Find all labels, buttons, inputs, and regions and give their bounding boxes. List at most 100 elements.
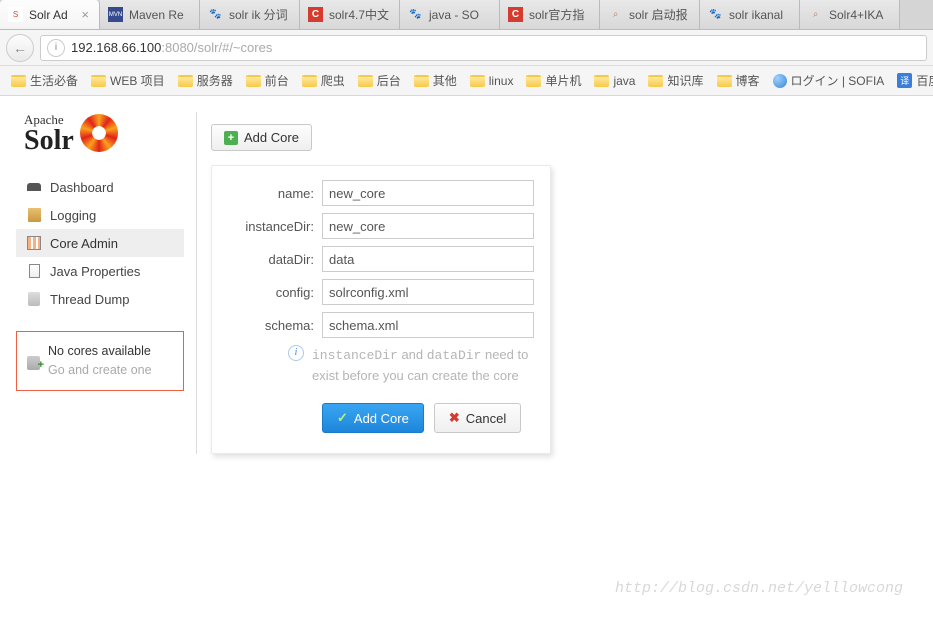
- label-instancedir: instanceDir:: [228, 219, 314, 234]
- favicon-csdn-icon: C: [308, 7, 323, 22]
- tab-label: solr ikanal: [729, 8, 783, 22]
- label-name: name:: [228, 186, 314, 201]
- add-core-toggle-button[interactable]: + Add Core: [211, 124, 312, 151]
- favicon-mvn-icon: MVN: [108, 7, 123, 22]
- browser-tab[interactable]: Csolr官方指: [500, 0, 600, 29]
- core-admin-icon: [26, 235, 42, 251]
- bookmark-folder[interactable]: linux: [465, 71, 519, 91]
- browser-tab[interactable]: 🐾 java - SO: [400, 0, 500, 29]
- folder-icon: [594, 75, 609, 87]
- bookmark-folder[interactable]: 服务器: [173, 69, 238, 92]
- logging-icon: [26, 207, 42, 223]
- plus-icon: +: [224, 131, 238, 145]
- browser-tab[interactable]: ⌕solr 启动报: [600, 0, 700, 29]
- sidebar-nav: Dashboard Logging Core Admin Java Proper…: [16, 173, 184, 313]
- favicon-baidu-icon: 🐾: [408, 7, 423, 22]
- app-wrapper: Apache Solr Dashboard Logging Core Admin…: [0, 96, 933, 470]
- browser-address-bar: ← i 192.168.66.100:8080/solr/#/~cores: [0, 30, 933, 66]
- favicon-baidu-icon: 🐾: [708, 7, 723, 22]
- bookmark-folder[interactable]: java: [589, 71, 640, 91]
- bookmark-folder[interactable]: 前台: [241, 69, 294, 92]
- bookmark-folder[interactable]: 单片机: [521, 69, 586, 92]
- browser-tab[interactable]: ⌕ Solr4+IKA: [800, 0, 900, 29]
- main-content: + Add Core name: instanceDir: dataDir: c…: [196, 112, 917, 454]
- input-datadir[interactable]: [322, 246, 534, 272]
- url-path: /solr/#/~cores: [194, 40, 272, 55]
- folder-icon: [11, 75, 26, 87]
- tab-label: solr4.7中文: [329, 6, 389, 23]
- form-row-datadir: dataDir:: [228, 246, 534, 272]
- add-core-submit-button[interactable]: ✓Add Core: [322, 403, 424, 433]
- favicon-baidu-icon: 🐾: [208, 7, 223, 22]
- folder-icon: [178, 75, 193, 87]
- logo-title: Solr: [24, 128, 74, 153]
- bookmark-folder[interactable]: 博客: [712, 69, 765, 92]
- tab-label: solr官方指: [529, 6, 584, 23]
- browser-tab[interactable]: 🐾 solr ikanal: [700, 0, 800, 29]
- favicon-search-icon: ⌕: [608, 7, 623, 22]
- label-config: config:: [228, 285, 314, 300]
- favicon-search-icon: ⌕: [808, 7, 823, 22]
- tab-label: java - SO: [429, 8, 479, 22]
- browser-tabstrip: SSolr Ad× MVNMaven Re 🐾 solr ik 分词 Csolr4…: [0, 0, 933, 30]
- form-info-text: i instanceDir and dataDir need to exist …: [288, 345, 534, 385]
- dashboard-icon: [26, 179, 42, 195]
- folder-icon: [470, 75, 485, 87]
- input-name[interactable]: [322, 180, 534, 206]
- sidebar-item-logging[interactable]: Logging: [16, 201, 184, 229]
- sidebar-item-dashboard[interactable]: Dashboard: [16, 173, 184, 201]
- back-button[interactable]: ←: [6, 34, 34, 62]
- browser-tab[interactable]: Csolr4.7中文: [300, 0, 400, 29]
- form-row-name: name:: [228, 180, 534, 206]
- bookmark-folder[interactable]: 生活必备: [6, 69, 83, 92]
- folder-icon: [648, 75, 663, 87]
- info-icon: i: [288, 345, 304, 361]
- bookmark-folder[interactable]: WEB 项目: [86, 69, 170, 92]
- browser-tab[interactable]: SSolr Ad×: [0, 0, 100, 29]
- bookmark-folder[interactable]: 后台: [353, 69, 406, 92]
- url-input[interactable]: i 192.168.66.100:8080/solr/#/~cores: [40, 35, 927, 61]
- sun-icon: [80, 114, 118, 152]
- label-schema: schema:: [228, 318, 314, 333]
- bookmark-folder[interactable]: 爬虫: [297, 69, 350, 92]
- cancel-button[interactable]: ✖Cancel: [434, 403, 521, 433]
- browser-tab[interactable]: MVNMaven Re: [100, 0, 200, 29]
- input-config[interactable]: [322, 279, 534, 305]
- bookmark-folder[interactable]: 知识库: [643, 69, 708, 92]
- input-instancedir[interactable]: [322, 213, 534, 239]
- favicon-solr-icon: S: [8, 7, 23, 22]
- input-schema[interactable]: [322, 312, 534, 338]
- folder-icon: [246, 75, 261, 87]
- dialog-actions: ✓Add Core ✖Cancel: [322, 403, 534, 433]
- browser-tab[interactable]: 🐾 solr ik 分词: [200, 0, 300, 29]
- no-cores-hint[interactable]: Go and create one: [48, 361, 152, 380]
- sidebar-item-java-properties[interactable]: Java Properties: [16, 257, 184, 285]
- form-row-instancedir: instanceDir:: [228, 213, 534, 239]
- sidebar-item-thread-dump[interactable]: Thread Dump: [16, 285, 184, 313]
- thread-dump-icon: [26, 291, 42, 307]
- folder-icon: [358, 75, 373, 87]
- check-icon: ✓: [337, 410, 348, 426]
- folder-icon: [414, 75, 429, 87]
- folder-icon: [717, 75, 732, 87]
- solr-logo[interactable]: Apache Solr: [16, 112, 184, 153]
- site-info-icon[interactable]: i: [47, 39, 65, 57]
- folder-icon: [91, 75, 106, 87]
- tab-label: Solr4+IKA: [829, 8, 883, 22]
- globe-icon: [773, 74, 787, 88]
- sidebar-item-core-admin[interactable]: Core Admin: [16, 229, 184, 257]
- close-icon[interactable]: ×: [79, 7, 91, 22]
- bookmark-folder[interactable]: 其他: [409, 69, 462, 92]
- x-icon: ✖: [449, 410, 460, 426]
- favicon-csdn-icon: C: [508, 7, 523, 22]
- sidebar: Apache Solr Dashboard Logging Core Admin…: [16, 112, 184, 454]
- java-props-icon: [26, 263, 42, 279]
- translate-icon: 译: [897, 73, 912, 88]
- url-host: 192.168.66.100: [71, 40, 161, 55]
- bookmark-link[interactable]: ログイン | SOFIA: [768, 69, 890, 92]
- database-add-icon: [27, 356, 40, 370]
- no-cores-panel: No cores available Go and create one: [16, 331, 184, 391]
- tab-label: solr ik 分词: [229, 6, 288, 23]
- form-row-config: config:: [228, 279, 534, 305]
- bookmark-link[interactable]: 译百度翻译: [892, 69, 933, 92]
